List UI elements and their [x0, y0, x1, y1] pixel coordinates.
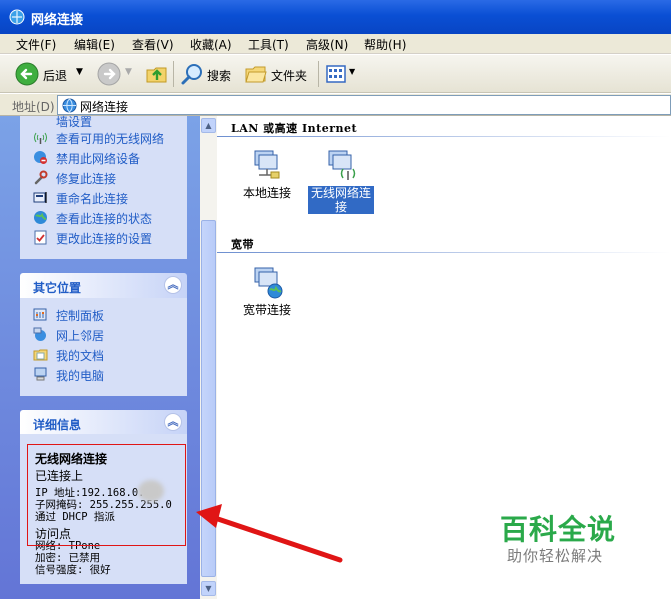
task-label: 修复此连接 [56, 172, 117, 186]
annotation-highlight-box [27, 444, 186, 546]
collapse-chevron-icon[interactable]: ︽ [164, 276, 182, 294]
wrench-icon [34, 170, 48, 185]
folders-label: 文件夹 [271, 69, 308, 83]
forward-dropdown-icon[interactable]: ▼ [125, 67, 132, 77]
details-title: 详细信息 [33, 418, 82, 432]
status-globe-icon [34, 211, 47, 224]
task-firewall-settings[interactable]: 墙设置 [20, 112, 187, 130]
connection-wireless[interactable]: 无线网络连 接 [308, 147, 374, 214]
place-label: 网上邻居 [56, 329, 105, 343]
back-arrow-icon [15, 62, 39, 86]
task-rename-connection[interactable]: 重命名此连接 [20, 189, 187, 207]
details-header[interactable]: 详细信息 ︽ [20, 410, 187, 435]
task-view-wireless[interactable]: 查看可用的无线网络 [20, 129, 187, 147]
explorer-window: 网络连接 文件(F) 编辑(E) 查看(V) 收藏(A) 工具(T) 高级(N)… [0, 0, 671, 599]
my-documents-icon [33, 349, 48, 361]
up-folder-button[interactable] [142, 59, 170, 89]
network-globe-icon [62, 98, 77, 113]
window-title: 网络连接 [31, 13, 84, 28]
collapse-chevron-icon[interactable]: ︽ [164, 413, 182, 431]
wireless-connection-icon [328, 150, 356, 180]
connection-label: 宽带连接 [242, 303, 291, 317]
group-lan-title: LAN 或高速 Internet [231, 122, 358, 135]
broadband-connection-icon [254, 267, 283, 299]
views-icon [326, 65, 346, 83]
task-view-status[interactable]: 查看此连接的状态 [20, 209, 187, 227]
menu-bar: 文件(F) 编辑(E) 查看(V) 收藏(A) 工具(T) 高级(N) 帮助(H… [0, 34, 671, 54]
task-label: 查看可用的无线网络 [56, 132, 165, 146]
search-icon [181, 64, 202, 85]
control-panel-icon [33, 308, 47, 321]
connection-label-line2: 接 [308, 200, 374, 214]
place-label: 我的文档 [56, 349, 105, 363]
views-dropdown-icon[interactable]: ▼ [349, 67, 355, 76]
connection-label: 无线网络连 [308, 186, 374, 200]
back-button[interactable]: 后退 ▼ [12, 59, 88, 89]
menu-file[interactable]: 文件(F) [16, 36, 56, 53]
task-label: 重命名此连接 [56, 192, 129, 206]
place-my-computer[interactable]: 我的电脑 [20, 366, 187, 384]
back-dropdown-icon[interactable]: ▼ [76, 67, 83, 77]
task-change-settings[interactable]: 更改此连接的设置 [20, 229, 187, 247]
scroll-thumb[interactable] [201, 220, 216, 577]
search-label: 搜索 [207, 69, 232, 83]
other-places-header[interactable]: 其它位置 ︽ [20, 273, 187, 298]
toolbar: 后退 ▼ ▼ 搜索 文件夹 ▼ [0, 55, 671, 93]
group-divider [217, 136, 671, 137]
folders-icon [245, 66, 267, 83]
task-label: 更改此连接的设置 [56, 232, 153, 246]
toolbar-separator [173, 61, 174, 87]
watermark-title: 百科全说 [500, 513, 617, 546]
disable-network-icon [34, 151, 47, 164]
menu-favorites[interactable]: 收藏(A) [190, 36, 232, 53]
settings-check-icon [34, 230, 47, 245]
place-control-panel[interactable]: 控制面板 [20, 306, 187, 324]
rename-icon [33, 192, 47, 203]
network-neighborhood-icon [33, 327, 46, 341]
wireless-icon [34, 132, 47, 144]
scroll-up-icon[interactable]: ▲ [201, 118, 216, 133]
menu-view[interactable]: 查看(V) [132, 36, 174, 53]
menu-help[interactable]: 帮助(H) [364, 36, 406, 53]
scroll-down-icon[interactable]: ▼ [201, 581, 216, 596]
folders-button[interactable]: 文件夹 [242, 59, 314, 89]
toolbar-separator [318, 61, 319, 87]
other-places-title: 其它位置 [33, 281, 82, 295]
place-label: 我的电脑 [56, 369, 105, 383]
connection-label: 本地连接 [242, 186, 291, 200]
place-network-neighborhood[interactable]: 网上邻居 [20, 326, 187, 344]
network-tasks-panel: 墙设置 查看可用的无线网络 禁用此网络设备 修复此连接 重命名此连接 查看此连接… [20, 115, 187, 259]
local-connection-icon [254, 150, 280, 179]
place-label: 控制面板 [56, 309, 105, 323]
other-places-panel: 控制面板 网上邻居 我的文档 我的电脑 [20, 298, 187, 396]
forward-arrow-icon [97, 62, 121, 86]
group-divider [217, 252, 671, 253]
task-repair-connection[interactable]: 修复此连接 [20, 169, 187, 187]
back-label: 后退 [43, 69, 68, 83]
title-bar[interactable]: 网络连接 [0, 0, 671, 34]
connection-broadband[interactable]: 宽带连接 [237, 264, 297, 317]
task-label: 墙设置 [56, 115, 93, 129]
menu-advanced[interactable]: 高级(N) [306, 36, 348, 53]
task-label: 禁用此网络设备 [56, 152, 141, 166]
group-broadband-title: 宽带 [231, 238, 254, 251]
task-label: 查看此连接的状态 [56, 212, 153, 226]
place-my-documents[interactable]: 我的文档 [20, 346, 187, 364]
my-computer-icon [34, 367, 47, 381]
task-pane-scrollbar[interactable]: ▲ ▼ [200, 116, 217, 599]
task-disable-device[interactable]: 禁用此网络设备 [20, 149, 187, 167]
menu-tools[interactable]: 工具(T) [248, 36, 289, 53]
search-button[interactable]: 搜索 [178, 59, 238, 89]
watermark-subtitle: 助你轻松解决 [507, 547, 604, 565]
network-connections-icon [9, 9, 25, 25]
details-signal: 信号强度: 很好 [35, 564, 111, 576]
folder-up-icon [146, 67, 167, 83]
forward-button[interactable]: ▼ [94, 59, 134, 89]
views-button[interactable]: ▼ [323, 59, 359, 89]
menu-edit[interactable]: 编辑(E) [74, 36, 115, 53]
connection-local[interactable]: 本地连接 [237, 147, 297, 200]
